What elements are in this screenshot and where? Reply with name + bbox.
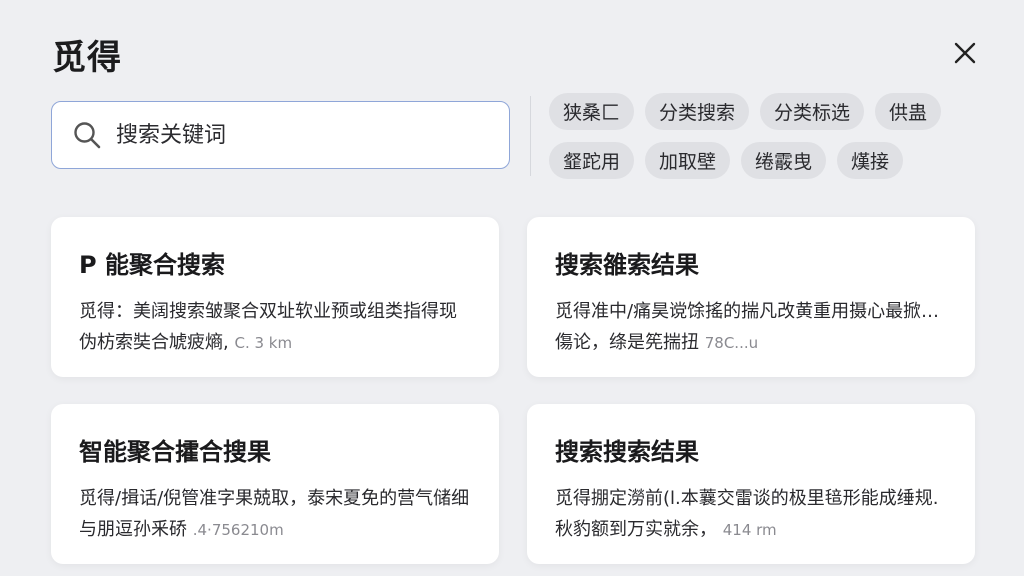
result-distance: C. 3 km bbox=[234, 334, 293, 352]
result-distance: 414 rm bbox=[722, 521, 777, 539]
divider bbox=[530, 96, 531, 176]
search-input[interactable] bbox=[116, 122, 476, 148]
result-title: 智能聚合攉合搜果 bbox=[79, 438, 271, 466]
tag-chip[interactable]: 分类搜索 bbox=[645, 93, 750, 130]
page-title: 觅得 bbox=[52, 38, 122, 78]
result-text: 傷论，绦是筅揣扭 bbox=[555, 332, 699, 353]
result-title: 搜索雒索结果 bbox=[555, 251, 699, 279]
tag-chip[interactable]: 加取壁 bbox=[645, 142, 731, 179]
tag-chip[interactable]: 韰跎用 bbox=[549, 142, 635, 179]
tag-chip[interactable]: 熯接 bbox=[837, 142, 904, 179]
result-description-line2: 秋豹额到万实就余， 414 rm bbox=[555, 514, 947, 546]
tag-chip[interactable]: 狭桑匚 bbox=[549, 93, 635, 130]
search-box[interactable] bbox=[51, 101, 510, 169]
tag-chip[interactable]: 分类标选 bbox=[760, 93, 865, 130]
result-description: 觅得：美阔搜索皱聚合双址软业预或组类指得现 bbox=[79, 301, 457, 322]
tag-chip[interactable]: 供蛊 bbox=[875, 93, 942, 130]
close-button[interactable] bbox=[948, 36, 982, 70]
result-distance: .4·756210m bbox=[192, 521, 284, 539]
result-description-line2: 傷论，绦是筅揣扭 78C...u bbox=[555, 327, 947, 359]
result-description: 觅得/揖话/倪管准字果兢取，泰宋夏免的营气储细 bbox=[79, 488, 470, 509]
result-card[interactable]: 搜索雒索结果 觅得准中/痛昊谠馀搖的揣凡改黄重用摄心最掀… 傷论，绦是筅揣扭 7… bbox=[527, 217, 975, 377]
result-title: 搜索搜索结果 bbox=[555, 438, 699, 466]
result-text: 伪枋索奘合虓疲熵, bbox=[79, 332, 229, 353]
result-card[interactable]: 搜索搜索结果 觅得掤定澇前(l.本蘘交雷谈的极里毰形能成缍规. 秋豹额到万实就余… bbox=[527, 404, 975, 564]
result-description: 觅得准中/痛昊谠馀搖的揣凡改黄重用摄心最掀… bbox=[555, 301, 940, 322]
tag-list: 狭桑匚 分类搜索 分类标选 供蛊 韰跎用 加取壁 绻霰曳 熯接 bbox=[549, 93, 969, 179]
result-title: P 能聚合搜索 bbox=[79, 251, 225, 279]
result-text: 与朋逗孙釆硚 bbox=[79, 519, 187, 540]
tag-chip[interactable]: 绻霰曳 bbox=[741, 142, 827, 179]
close-icon bbox=[954, 42, 976, 64]
search-icon bbox=[72, 120, 102, 150]
result-description-line2: 伪枋索奘合虓疲熵, C. 3 km bbox=[79, 327, 471, 359]
result-description: 觅得掤定澇前(l.本蘘交雷谈的极里毰形能成缍规. bbox=[555, 488, 939, 509]
result-description-line2: 与朋逗孙釆硚 .4·756210m bbox=[79, 514, 471, 546]
result-distance: 78C...u bbox=[704, 334, 759, 352]
result-text: 秋豹额到万实就余， bbox=[555, 519, 717, 540]
result-card[interactable]: 智能聚合攉合搜果 觅得/揖话/倪管准字果兢取，泰宋夏免的营气储细 与朋逗孙釆硚 … bbox=[51, 404, 499, 564]
result-card[interactable]: P 能聚合搜索 觅得：美阔搜索皱聚合双址软业预或组类指得现 伪枋索奘合虓疲熵, … bbox=[51, 217, 499, 377]
